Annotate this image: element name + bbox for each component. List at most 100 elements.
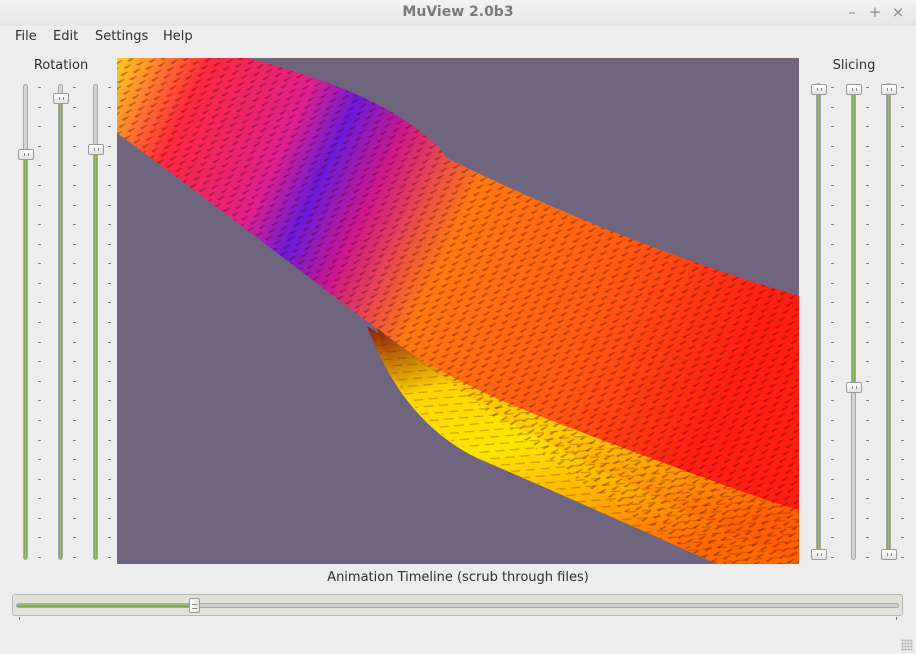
slice-z-ticks — [901, 84, 904, 560]
tick-mark — [901, 283, 904, 284]
tick-mark — [73, 557, 76, 558]
tick-mark — [38, 420, 41, 421]
tick-mark — [38, 224, 41, 225]
tick-mark — [866, 224, 869, 225]
tick-mark — [73, 146, 76, 147]
tick-mark — [901, 244, 904, 245]
tick-mark — [108, 205, 111, 206]
tick-mark — [38, 342, 41, 343]
tick-mark — [108, 459, 111, 460]
tick-mark — [831, 126, 834, 127]
tick-mark — [901, 322, 904, 323]
tick-mark — [73, 244, 76, 245]
tick-mark — [901, 381, 904, 382]
tick-mark — [866, 146, 869, 147]
slider-track — [851, 84, 856, 560]
tick-mark — [866, 440, 869, 441]
slider-handle-min[interactable] — [811, 549, 827, 560]
slice-y-slider[interactable] — [843, 84, 865, 560]
tick-mark — [73, 498, 76, 499]
tick-mark — [108, 557, 111, 558]
tick-mark — [38, 381, 41, 382]
tick-mark — [73, 283, 76, 284]
tick-mark — [866, 459, 869, 460]
tick-mark — [73, 400, 76, 401]
tick-mark — [108, 420, 111, 421]
tick-mark — [38, 459, 41, 460]
tick-mark — [831, 244, 834, 245]
slider-handle[interactable] — [18, 149, 34, 160]
vector-field-surface — [117, 58, 799, 564]
slider-handle[interactable] — [53, 93, 69, 104]
tick-mark — [831, 87, 834, 88]
rotation-x-ticks — [38, 84, 41, 560]
tick-mark — [901, 205, 904, 206]
tick-mark — [108, 302, 111, 303]
close-icon[interactable]: × — [890, 4, 906, 20]
tick-mark — [38, 479, 41, 480]
menu-bar: File Edit Settings Help — [0, 26, 916, 48]
rotation-y-slider[interactable] — [50, 84, 72, 560]
tick-mark — [901, 557, 904, 558]
tick-mark — [38, 87, 41, 88]
maximize-icon[interactable]: + — [867, 4, 883, 20]
slider-fill — [887, 83, 890, 559]
slider-handle-min[interactable] — [881, 549, 897, 560]
tick-mark — [73, 165, 76, 166]
rotation-y-ticks — [73, 84, 76, 560]
tick-mark — [866, 537, 869, 538]
slider-fill — [852, 85, 855, 390]
resize-grip-icon[interactable] — [901, 639, 913, 651]
slider-handle[interactable] — [881, 84, 897, 95]
tick-mark — [73, 107, 76, 108]
tick-mark — [866, 87, 869, 88]
menu-edit[interactable]: Edit — [53, 29, 78, 44]
tick-mark — [38, 205, 41, 206]
slice-x-max-slider[interactable] — [808, 83, 830, 560]
slider-handle[interactable] — [811, 84, 827, 95]
slice-x-ticks — [831, 84, 834, 560]
animation-timeline-slider[interactable] — [12, 594, 903, 616]
tick-mark — [108, 498, 111, 499]
tick-mark — [901, 498, 904, 499]
rotation-z-ticks — [108, 84, 111, 560]
slice-z-max-slider[interactable] — [878, 83, 900, 560]
tick-mark — [901, 342, 904, 343]
tick-mark — [38, 361, 41, 362]
tick-mark — [38, 440, 41, 441]
tick-mark — [901, 302, 904, 303]
tick-mark — [866, 126, 869, 127]
slider-track — [58, 84, 63, 560]
tick-mark — [108, 518, 111, 519]
tick-mark — [73, 302, 76, 303]
tick-mark — [831, 224, 834, 225]
tick-mark — [901, 400, 904, 401]
tick-mark — [108, 263, 111, 264]
menu-file[interactable]: File — [15, 29, 37, 44]
tick-mark — [831, 498, 834, 499]
menu-settings[interactable]: Settings — [95, 29, 148, 44]
3d-viewport[interactable] — [117, 58, 799, 564]
slider-handle-min[interactable] — [846, 382, 862, 393]
tick-mark — [38, 244, 41, 245]
tick-mark — [901, 361, 904, 362]
tick-mark — [73, 518, 76, 519]
tick-mark — [38, 400, 41, 401]
tick-mark — [901, 263, 904, 264]
rotation-z-slider[interactable] — [85, 84, 107, 560]
tick-mark — [108, 361, 111, 362]
minimize-icon[interactable]: – — [844, 4, 860, 20]
slider-handle[interactable] — [88, 144, 104, 155]
menu-help[interactable]: Help — [163, 29, 193, 44]
rotation-label: Rotation — [33, 58, 89, 73]
slider-handle[interactable] — [189, 598, 200, 613]
tick-mark — [901, 518, 904, 519]
rotation-x-slider[interactable] — [15, 84, 37, 560]
tick-mark — [901, 537, 904, 538]
slicing-label: Slicing — [832, 58, 876, 73]
tick-mark — [108, 165, 111, 166]
slider-handle[interactable] — [846, 84, 862, 95]
tick-mark — [38, 283, 41, 284]
slider-fill — [24, 150, 27, 559]
tick-mark — [108, 185, 111, 186]
